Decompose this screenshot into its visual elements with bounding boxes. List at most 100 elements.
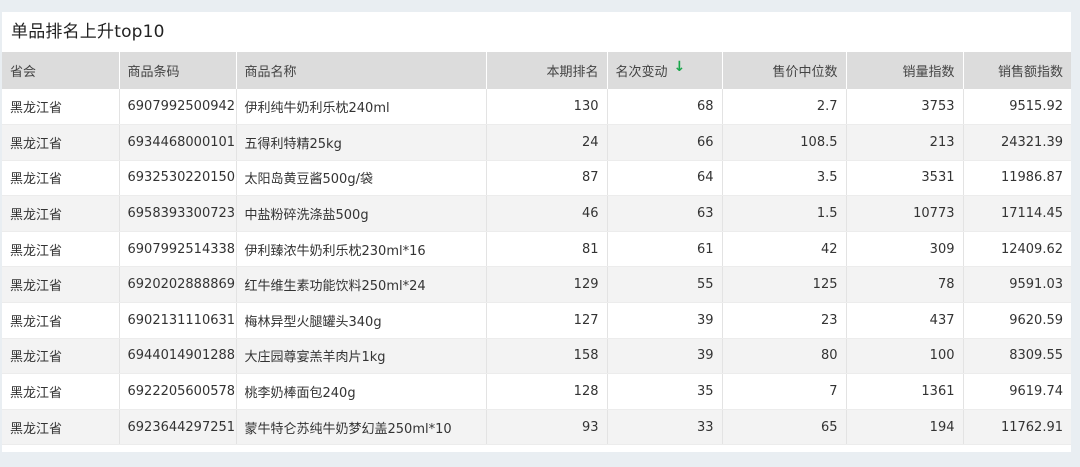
cell-volume: 309 (845, 231, 963, 268)
cell-change: 66 (606, 124, 722, 161)
cell-change: 33 (606, 409, 722, 446)
cell-rank: 87 (485, 160, 607, 197)
cell-province: 黑龙江省 (2, 302, 119, 339)
cell-barcode: 6907992514338 (118, 231, 236, 268)
column-header-name[interactable]: 商品名称 (235, 52, 486, 89)
cell-volume: 213 (845, 124, 963, 161)
cell-rank: 130 (485, 89, 607, 126)
table-row[interactable]: 黑龙江省 6944014901288 大庄园尊宴羔羊肉片1kg 158 39 8… (2, 338, 1071, 375)
cell-sales: 12409.62 (962, 231, 1071, 268)
cell-province: 黑龙江省 (2, 124, 119, 161)
table-row[interactable]: 黑龙江省 6922205600578 桃李奶棒面包240g 128 35 7 1… (2, 373, 1071, 410)
cell-rank: 129 (485, 266, 607, 304)
cell-price: 1.5 (721, 195, 846, 232)
cell-sales: 9515.92 (962, 89, 1071, 126)
cell-price: 80 (721, 338, 846, 375)
cell-volume: 100 (845, 338, 963, 375)
table-row[interactable]: 黑龙江省 6920202888869 红牛维生素功能饮料250ml*24 129… (2, 266, 1071, 304)
cell-volume: 3531 (845, 160, 963, 197)
cell-barcode: 6902131110631 (118, 302, 236, 339)
cell-name: 蒙牛特仑苏纯牛奶梦幻盖250ml*10 (235, 409, 486, 446)
cell-barcode: 6922205600578 (118, 373, 236, 410)
column-header-province[interactable]: 省会 (2, 52, 119, 89)
cell-rank: 93 (485, 409, 607, 446)
column-header-rank[interactable]: 本期排名 (485, 52, 607, 89)
table-row[interactable]: 黑龙江省 6907992514338 伊利臻浓牛奶利乐枕230ml*16 81 … (2, 231, 1071, 268)
cell-barcode: 6932530220150 (118, 160, 236, 197)
table-row[interactable]: 黑龙江省 6934468000101 五得利特精25kg 24 66 108.5… (2, 124, 1071, 161)
cell-province: 黑龙江省 (2, 266, 119, 304)
arrow-down-icon[interactable]: ↓ (674, 59, 686, 75)
cell-barcode: 6944014901288 (118, 338, 236, 375)
cell-price: 7 (721, 373, 846, 410)
cell-sales: 11986.87 (962, 160, 1071, 197)
cell-price: 3.5 (721, 160, 846, 197)
cell-sales: 11762.91 (962, 409, 1071, 446)
column-header-sales[interactable]: 销售额指数 (962, 52, 1071, 89)
table-row[interactable]: 黑龙江省 6932530220150 太阳岛黄豆酱500g/袋 87 64 3.… (2, 160, 1071, 197)
cell-province: 黑龙江省 (2, 338, 119, 375)
table-row[interactable]: 黑龙江省 6907992500942 伊利纯牛奶利乐枕240ml 130 68 … (2, 89, 1071, 126)
cell-barcode: 6958393300723 (118, 195, 236, 232)
cell-sales: 24321.39 (962, 124, 1071, 161)
cell-rank: 127 (485, 302, 607, 339)
table-row[interactable]: 黑龙江省 6958393300723 中盐粉碎洗涤盐500g 46 63 1.5… (2, 195, 1071, 232)
cell-price: 23 (721, 302, 846, 339)
cell-change: 68 (606, 89, 722, 126)
cell-name: 红牛维生素功能饮料250ml*24 (235, 266, 486, 304)
cell-name: 中盐粉碎洗涤盐500g (235, 195, 486, 232)
cell-change: 55 (606, 266, 722, 304)
cell-name: 桃李奶棒面包240g (235, 373, 486, 410)
cell-name: 大庄园尊宴羔羊肉片1kg (235, 338, 486, 375)
cell-province: 黑龙江省 (2, 373, 119, 410)
cell-name: 五得利特精25kg (235, 124, 486, 161)
cell-rank: 46 (485, 195, 607, 232)
column-header-price[interactable]: 售价中位数 (721, 52, 846, 89)
cell-volume: 3753 (845, 89, 963, 126)
cell-province: 黑龙江省 (2, 409, 119, 446)
cell-price: 42 (721, 231, 846, 268)
cell-rank: 24 (485, 124, 607, 161)
cell-change: 64 (606, 160, 722, 197)
cell-sales: 9591.03 (962, 266, 1071, 304)
cell-change: 35 (606, 373, 722, 410)
table-row[interactable]: 黑龙江省 6923644297251 蒙牛特仑苏纯牛奶梦幻盖250ml*10 9… (2, 409, 1071, 446)
cell-volume: 194 (845, 409, 963, 446)
cell-sales: 9620.59 (962, 302, 1071, 339)
ranking-panel: 单品排名上升top10 省会 商品条码 商品名称 本期排名 名次变动 ↓ 售价中位… (2, 12, 1071, 452)
cell-price: 2.7 (721, 89, 846, 126)
table-row[interactable]: 黑龙江省 6902131110631 梅林异型火腿罐头340g 127 39 2… (2, 302, 1071, 339)
cell-change: 39 (606, 338, 722, 375)
cell-sales: 17114.45 (962, 195, 1071, 232)
cell-price: 125 (721, 266, 846, 304)
cell-volume: 78 (845, 266, 963, 304)
cell-rank: 81 (485, 231, 607, 268)
cell-change: 39 (606, 302, 722, 339)
cell-volume: 10773 (845, 195, 963, 232)
cell-change: 61 (606, 231, 722, 268)
cell-barcode: 6920202888869 (118, 266, 236, 304)
cell-name: 伊利纯牛奶利乐枕240ml (235, 89, 486, 126)
cell-barcode: 6934468000101 (118, 124, 236, 161)
column-header-change[interactable]: 名次变动 ↓ (606, 52, 722, 89)
cell-name: 伊利臻浓牛奶利乐枕230ml*16 (235, 231, 486, 268)
cell-province: 黑龙江省 (2, 89, 119, 126)
cell-province: 黑龙江省 (2, 160, 119, 197)
cell-barcode: 6923644297251 (118, 409, 236, 446)
cell-price: 108.5 (721, 124, 846, 161)
cell-province: 黑龙江省 (2, 231, 119, 268)
panel-title: 单品排名上升top10 (11, 22, 165, 42)
table-header-row: 省会 商品条码 商品名称 本期排名 名次变动 ↓ 售价中位数 销量指数 销售额指数 (2, 52, 1071, 89)
cell-barcode: 6907992500942 (118, 89, 236, 126)
cell-name: 太阳岛黄豆酱500g/袋 (235, 160, 486, 197)
cell-rank: 158 (485, 338, 607, 375)
cell-sales: 8309.55 (962, 338, 1071, 375)
column-header-volume[interactable]: 销量指数 (845, 52, 963, 89)
cell-name: 梅林异型火腿罐头340g (235, 302, 486, 339)
cell-volume: 1361 (845, 373, 963, 410)
cell-sales: 9619.74 (962, 373, 1071, 410)
cell-price: 65 (721, 409, 846, 446)
column-header-barcode[interactable]: 商品条码 (118, 52, 236, 89)
cell-change: 63 (606, 195, 722, 232)
cell-volume: 437 (845, 302, 963, 339)
